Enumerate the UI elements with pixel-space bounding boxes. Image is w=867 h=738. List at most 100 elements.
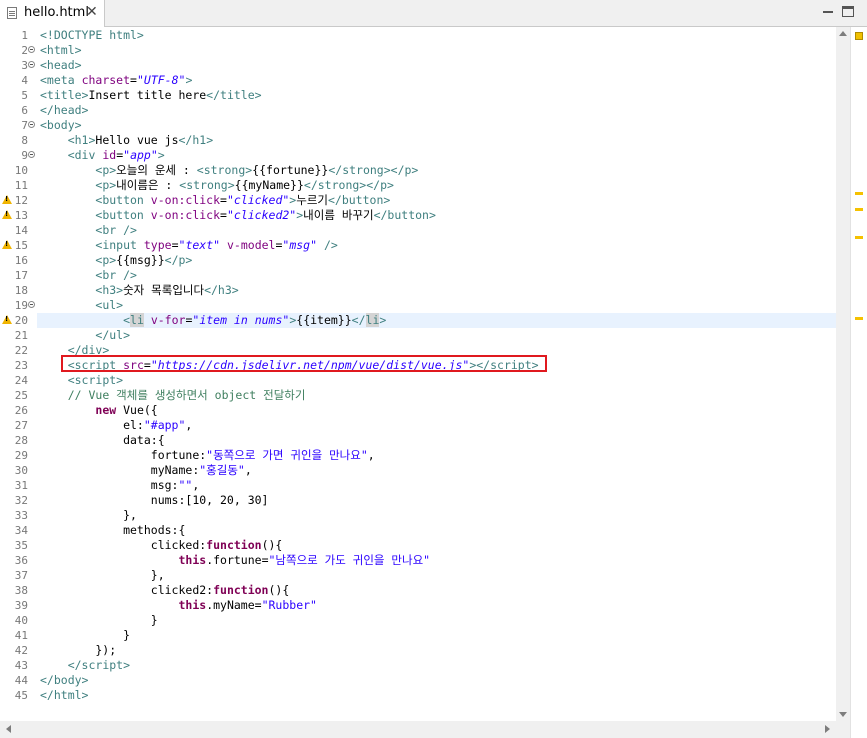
code-line-area[interactable]: </html> xyxy=(37,688,836,703)
code-line[interactable]: <br /> 17 xyxy=(0,268,836,283)
code-line-area[interactable]: // Vue 객체를 생성하면서 object 전달하기 xyxy=(37,388,836,403)
code-line[interactable]: msg:"", 31 xyxy=(0,478,836,493)
code-line-area[interactable]: <html> xyxy=(37,43,836,58)
minimize-button[interactable] xyxy=(822,6,834,17)
code-line[interactable]: methods:{34 xyxy=(0,523,836,538)
warning-marker[interactable] xyxy=(855,236,863,239)
code-line[interactable]: <ul> 19 xyxy=(0,298,836,313)
code-line-area[interactable]: <!DOCTYPE html> xyxy=(37,28,836,43)
code-line-area[interactable]: <body> xyxy=(37,118,836,133)
warning-icon[interactable] xyxy=(2,240,12,249)
code-line[interactable]: <li v-for="item in nums">{{item}}</li> 20 xyxy=(0,313,836,328)
code-line[interactable]: <input type="text" v-model="msg" /> 15 xyxy=(0,238,836,253)
code-line-area[interactable]: msg:"", xyxy=(37,478,836,493)
code-line-area[interactable]: <head> xyxy=(37,58,836,73)
code-line[interactable]: el:"#app", 27 xyxy=(0,418,836,433)
code-line-area[interactable]: <p>{{msg}}</p> xyxy=(37,253,836,268)
code-line-area[interactable]: </ul> xyxy=(37,328,836,343)
overview-ruler[interactable] xyxy=(850,27,867,738)
code-line-area[interactable]: <title>Insert title here</title> xyxy=(37,88,836,103)
code-line-area[interactable]: <h1>Hello vue js</h1> xyxy=(37,133,836,148)
code-line[interactable]: <title>Insert title here</title> 5 xyxy=(0,88,836,103)
code-line-area[interactable]: } xyxy=(37,628,836,643)
code-line-area[interactable]: methods:{ xyxy=(37,523,836,538)
code-line-area[interactable]: }, xyxy=(37,568,836,583)
code-line[interactable]: <p>오늘의 운세 : <strong>{{fortune}}</strong>… xyxy=(0,163,836,178)
warning-marker[interactable] xyxy=(855,208,863,211)
code-line[interactable]: <head> 3 xyxy=(0,58,836,73)
code-line-area[interactable]: <h3>숫자 목록입니다</h3> xyxy=(37,283,836,298)
tab-hello-html[interactable]: hello.html ✕ xyxy=(0,0,105,27)
code-line[interactable]: }, 37 xyxy=(0,568,836,583)
code-line[interactable]: </script> 43 xyxy=(0,658,836,673)
fold-toggle-icon[interactable] xyxy=(28,301,35,308)
code-line-area[interactable]: el:"#app", xyxy=(37,418,836,433)
code-line[interactable]: } 40 xyxy=(0,613,836,628)
code-line[interactable]: <button v-on:click="clicked2">내이름 바꾸기</b… xyxy=(0,208,836,223)
code-line-area[interactable]: <button v-on:click="clicked2">내이름 바꾸기</b… xyxy=(37,208,836,223)
code-line[interactable]: <meta charset="UTF-8"> 4 xyxy=(0,73,836,88)
code-line[interactable]: }, 33 xyxy=(0,508,836,523)
code-line-area[interactable]: <p>내이름은 : <strong>{{myName}}</strong></p… xyxy=(37,178,836,193)
code-line[interactable]: <p>내이름은 : <strong>{{myName}}</strong></p… xyxy=(0,178,836,193)
code-line[interactable]: this.myName="Rubber" 39 xyxy=(0,598,836,613)
code-editor[interactable]: <!DOCTYPE html> 1 <html> 2 <head> 3 <meta char… xyxy=(0,27,836,721)
warning-summary-icon[interactable] xyxy=(855,32,863,40)
code-line-area[interactable]: data:{ xyxy=(37,433,836,448)
code-line[interactable]: <p>{{msg}}</p> 16 xyxy=(0,253,836,268)
code-line-area[interactable]: new Vue({ xyxy=(37,403,836,418)
code-line[interactable]: fortune:"동쪽으로 가면 귀인을 만나요", 29 xyxy=(0,448,836,463)
horizontal-scrollbar[interactable] xyxy=(0,721,836,738)
code-line-area[interactable]: } xyxy=(37,613,836,628)
warning-marker[interactable] xyxy=(855,192,863,195)
code-line[interactable]: // Vue 객체를 생성하면서 object 전달하기 25 xyxy=(0,388,836,403)
code-line[interactable]: nums:[10, 20, 30] 32 xyxy=(0,493,836,508)
code-line[interactable]: <h1>Hello vue js</h1> 8 xyxy=(0,133,836,148)
code-line[interactable]: myName:"홍길동", 30 xyxy=(0,463,836,478)
code-line-area[interactable]: <script> xyxy=(37,373,836,388)
code-line[interactable]: <!DOCTYPE html> 1 xyxy=(0,28,836,43)
code-line[interactable]: <html> 2 xyxy=(0,43,836,58)
code-line[interactable]: </html> 45 xyxy=(0,688,836,703)
code-line[interactable]: }); 42 xyxy=(0,643,836,658)
code-line-area[interactable]: <div id="app"> xyxy=(37,148,836,163)
code-line[interactable]: <script> 24 xyxy=(0,373,836,388)
close-icon[interactable]: ✕ xyxy=(86,4,98,20)
code-line[interactable]: <body> 7 xyxy=(0,118,836,133)
code-line[interactable]: } 41 xyxy=(0,628,836,643)
code-line-area[interactable]: <input type="text" v-model="msg" /> xyxy=(37,238,836,253)
code-line-area[interactable]: myName:"홍길동", xyxy=(37,463,836,478)
code-line-area[interactable]: </script> xyxy=(37,658,836,673)
code-line-area[interactable]: clicked2:function(){ xyxy=(37,583,836,598)
scroll-right-icon[interactable] xyxy=(825,725,830,733)
code-line-area[interactable]: }); xyxy=(37,643,836,658)
code-line[interactable]: this.fortune="남쪽으로 가도 귀인을 만나요" 36 xyxy=(0,553,836,568)
code-line[interactable]: data:{28 xyxy=(0,433,836,448)
code-line-area[interactable]: <button v-on:click="clicked">누르기</button… xyxy=(37,193,836,208)
fold-toggle-icon[interactable] xyxy=(28,46,35,53)
code-line[interactable]: new Vue({26 xyxy=(0,403,836,418)
code-line-area[interactable]: clicked:function(){ xyxy=(37,538,836,553)
code-line[interactable]: </head> 6 xyxy=(0,103,836,118)
fold-toggle-icon[interactable] xyxy=(28,61,35,68)
warning-icon[interactable] xyxy=(2,210,12,219)
scroll-up-icon[interactable] xyxy=(839,31,847,36)
code-line-area[interactable]: fortune:"동쪽으로 가면 귀인을 만나요", xyxy=(37,448,836,463)
warning-icon[interactable] xyxy=(2,315,12,324)
fold-toggle-icon[interactable] xyxy=(28,151,35,158)
warning-icon[interactable] xyxy=(2,195,12,204)
code-line-area[interactable]: </head> xyxy=(37,103,836,118)
code-line[interactable]: <div id="app"> 9 xyxy=(0,148,836,163)
code-line-area[interactable]: </body> xyxy=(37,673,836,688)
code-line-area[interactable]: <meta charset="UTF-8"> xyxy=(37,73,836,88)
fold-toggle-icon[interactable] xyxy=(28,121,35,128)
code-line[interactable]: <button v-on:click="clicked">누르기</button… xyxy=(0,193,836,208)
code-line-area[interactable]: }, xyxy=(37,508,836,523)
code-line-area[interactable]: <ul> xyxy=(37,298,836,313)
scroll-left-icon[interactable] xyxy=(6,725,11,733)
code-line-area[interactable]: nums:[10, 20, 30] xyxy=(37,493,836,508)
scroll-down-icon[interactable] xyxy=(839,712,847,717)
code-line[interactable]: clicked2:function(){38 xyxy=(0,583,836,598)
code-line-area[interactable]: <p>오늘의 운세 : <strong>{{fortune}}</strong>… xyxy=(37,163,836,178)
code-line[interactable]: <h3>숫자 목록입니다</h3> 18 xyxy=(0,283,836,298)
